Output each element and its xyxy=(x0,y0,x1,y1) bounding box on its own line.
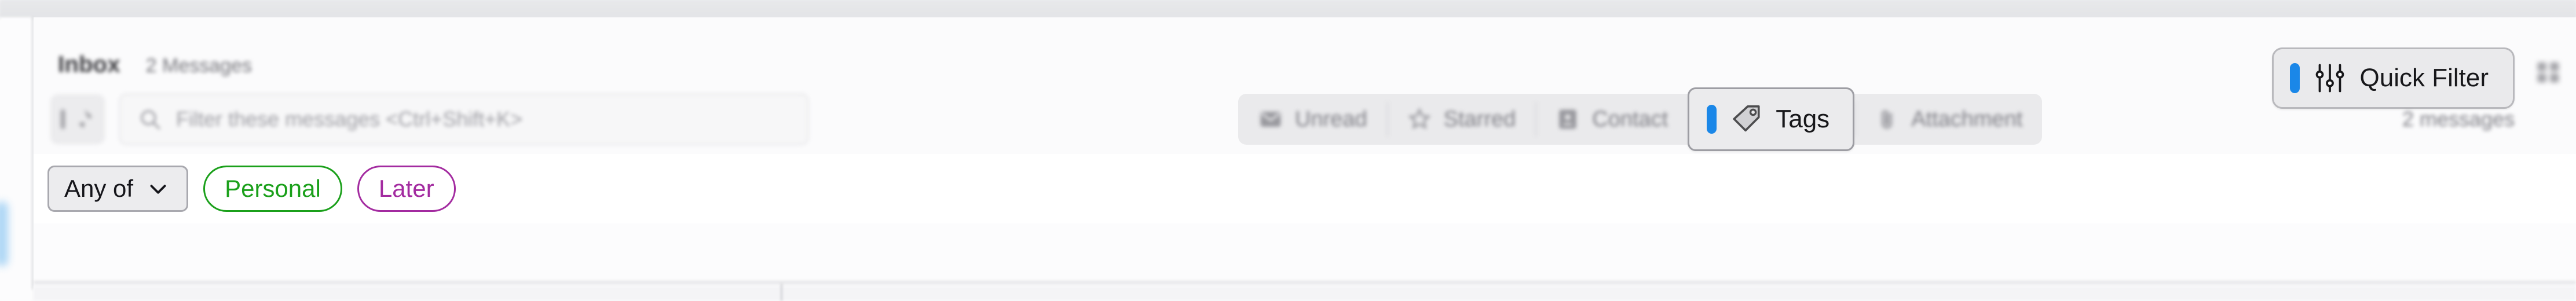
tag-chip-later[interactable]: Later xyxy=(357,166,456,212)
filter-pill-label: Unread xyxy=(1295,107,1367,131)
filter-pill-attachment[interactable]: Attachment xyxy=(1854,94,2042,145)
filter-pill-label: Starred xyxy=(1443,107,1516,131)
list-divider xyxy=(34,281,2576,284)
filter-pill-group: Unread Starred Contact Tags Attachment xyxy=(1238,87,2043,151)
envelope-icon xyxy=(1260,112,1281,127)
quick-filter-bar-screenshot: Inbox 2 Messages Quick Filter Filter the… xyxy=(0,0,2576,301)
search-icon xyxy=(141,110,160,130)
selected-folder-indicator xyxy=(0,201,8,266)
column-header-strip xyxy=(34,286,2576,301)
filter-pill-starred[interactable]: Starred xyxy=(1386,94,1536,145)
star-icon xyxy=(1408,107,1431,130)
quick-filter-toolbar: Filter these messages <Ctrl+Shift+K> Unr… xyxy=(34,86,2576,154)
message-list-top-edge xyxy=(34,223,2576,301)
tag-icon xyxy=(1733,105,1760,132)
tag-filter-row: Any of Personal Later xyxy=(34,154,2576,223)
column-separator[interactable] xyxy=(781,284,782,301)
search-input[interactable]: Filter these messages <Ctrl+Shift+K> xyxy=(119,94,808,145)
tag-chip-personal[interactable]: Personal xyxy=(203,166,342,212)
message-list-pane: Inbox 2 Messages Quick Filter Filter the… xyxy=(34,17,2576,301)
page-title: Inbox xyxy=(58,52,120,78)
filter-pill-label: Contact xyxy=(1592,107,1668,131)
tag-chip-label: Later xyxy=(378,175,434,202)
filter-pill-unread[interactable]: Unread xyxy=(1238,94,1387,145)
pin-filter-button[interactable] xyxy=(51,95,104,144)
search-input-placeholder: Filter these messages <Ctrl+Shift+K> xyxy=(176,107,523,131)
filter-pill-label: Tags xyxy=(1776,105,1830,133)
window-chrome-strip-left xyxy=(0,0,2576,17)
filter-pill-tags[interactable]: Tags xyxy=(1688,87,1855,151)
active-indicator-bar xyxy=(1707,105,1717,134)
filter-result-count: 2 messages xyxy=(2402,107,2515,131)
filter-pill-contact[interactable]: Contact xyxy=(1535,94,1688,145)
folder-header: Inbox 2 Messages xyxy=(58,52,252,78)
chevron-down-icon xyxy=(150,185,166,194)
folder-message-count: 2 Messages xyxy=(145,54,252,77)
pin-indicator-bar xyxy=(60,109,65,129)
tag-chip-label: Personal xyxy=(225,175,321,202)
folder-header-row: Inbox 2 Messages Quick Filter xyxy=(34,17,2576,109)
paperclip-icon xyxy=(1882,110,1893,129)
tag-match-mode-label: Any of xyxy=(64,175,134,202)
tag-match-mode-dropdown[interactable]: Any of xyxy=(47,166,189,212)
address-book-icon xyxy=(1559,109,1576,129)
pin-icon xyxy=(75,109,92,131)
display-options-icon xyxy=(2537,62,2559,83)
filter-pill-label: Attachment xyxy=(1911,107,2023,131)
